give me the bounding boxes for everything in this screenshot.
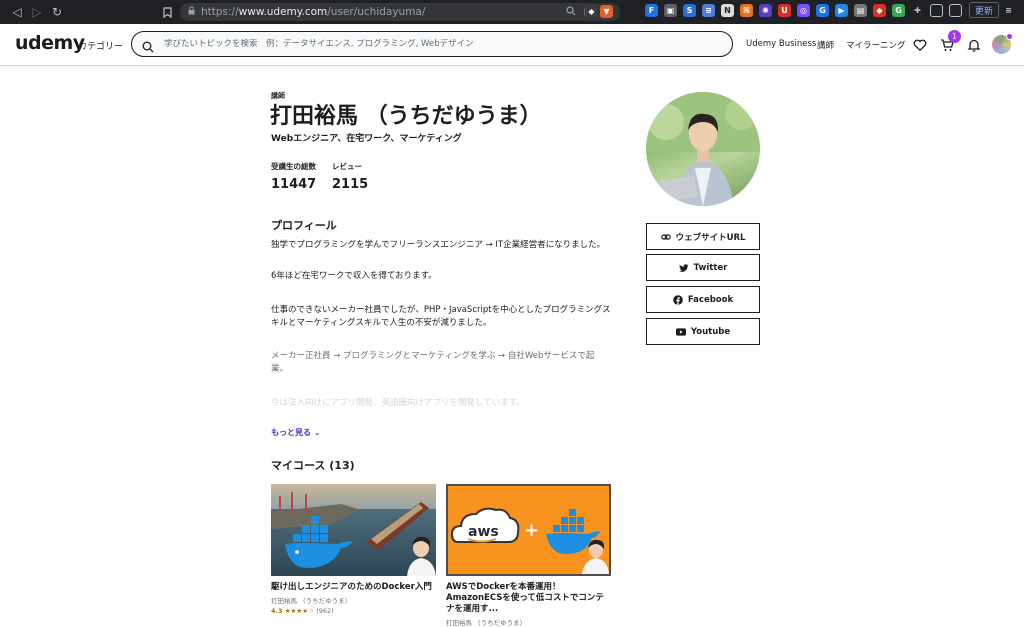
- stat-value: 2115: [332, 177, 369, 192]
- course-thumbnail[interactable]: aws +: [446, 484, 611, 576]
- twitter-icon: [678, 263, 689, 273]
- url-prefix: https://: [201, 6, 239, 18]
- facebook-button[interactable]: Facebook: [646, 286, 760, 313]
- course-card[interactable]: 駆け出しエンジニアのためのDocker入門 打田裕馬 （うちだゆうま） 4.3 …: [271, 484, 436, 615]
- extension-icon[interactable]: F: [644, 3, 658, 17]
- link-label: ウェブサイトURL: [675, 232, 746, 243]
- stat-label: レビュー: [332, 162, 362, 171]
- instructor-link[interactable]: 講師: [817, 39, 834, 51]
- twitter-button[interactable]: Twitter: [646, 254, 760, 281]
- course-author: 打田裕馬 （うちだゆうま）: [446, 619, 527, 627]
- bio-paragraph: メーカー正社員 → プログラミングとマーケティングを学ぶ → 自社Webサービス…: [271, 351, 595, 374]
- youtube-button[interactable]: Youtube: [646, 318, 760, 345]
- back-icon[interactable]: ◁: [8, 3, 26, 21]
- stat-reviews: レビュー 2115: [332, 161, 368, 192]
- extension-icon[interactable]: ⌘: [739, 3, 753, 17]
- website-url-button[interactable]: ウェブサイトURL: [646, 223, 760, 250]
- stat-label: 受講生の総数: [271, 162, 316, 171]
- extension-icon[interactable]: ≡: [701, 3, 715, 17]
- translate-icon[interactable]: G: [815, 3, 829, 17]
- link-label: Youtube: [690, 326, 731, 337]
- course-author: 打田裕馬 （うちだゆうま）: [271, 597, 352, 605]
- extension-icon[interactable]: S: [682, 3, 696, 17]
- course-card[interactable]: aws + AWSでDockerを本番運用！AmazonECSを使って低コストで…: [446, 484, 611, 627]
- extension-icon[interactable]: U: [777, 3, 791, 17]
- extension-icon[interactable]: G: [891, 3, 905, 17]
- rating-count: (962): [316, 607, 334, 615]
- puzzle-icon[interactable]: ✚: [911, 4, 924, 17]
- facebook-icon: [673, 294, 683, 305]
- brave-shield-icon[interactable]: ▼: [600, 5, 613, 18]
- forward-icon[interactable]: ▷: [28, 3, 46, 21]
- search-icon[interactable]: [142, 38, 154, 53]
- about-heading: プロフィール: [271, 219, 337, 232]
- wallet-icon[interactable]: [948, 3, 962, 17]
- logo-text: udemy: [15, 32, 85, 54]
- wishlist-heart-icon[interactable]: [913, 37, 927, 52]
- instructor-photo: [646, 92, 760, 206]
- extension-icon[interactable]: ◆: [872, 3, 886, 17]
- zoom-icon[interactable]: [566, 6, 576, 19]
- bio-paragraph: 独学でプログラミングを学んでフリーランスエンジニア → IT企業経営者になりまし…: [271, 240, 606, 250]
- udemy-logo[interactable]: udemy: [15, 32, 85, 54]
- extension-icon[interactable]: ▶: [834, 3, 848, 17]
- course-thumbnail[interactable]: [271, 484, 436, 576]
- categories-menu[interactable]: カテゴリー: [78, 39, 123, 52]
- stat-students: 受講生の総数 11447: [271, 161, 316, 192]
- instructor-name: 打田裕馬 （うちだゆうま）: [270, 103, 542, 129]
- bookmark-icon[interactable]: [158, 3, 176, 21]
- notifications-bell-icon[interactable]: [967, 37, 981, 52]
- my-learning-link[interactable]: マイラーニング: [846, 39, 906, 51]
- extension-icon[interactable]: ▤: [853, 3, 867, 17]
- bio-paragraph: 仕事のできないメーカー社員でしたが、PHP・JavaScriptを中心としたプロ…: [271, 305, 611, 328]
- menu-icon[interactable]: ≡: [1002, 4, 1015, 17]
- udemy-business-link[interactable]: Udemy Business: [746, 39, 816, 49]
- notion-icon[interactable]: N: [720, 3, 734, 17]
- brave-rewards-icon[interactable]: ◆: [585, 5, 598, 18]
- address-bar[interactable]: https://www.udemy.com/user/uchidayuma/: [180, 3, 620, 21]
- link-label: Twitter: [693, 262, 728, 273]
- search-bar: [131, 31, 733, 57]
- course-title[interactable]: 駆け出しエンジニアのためのDocker入門: [271, 582, 436, 593]
- url-host: www.udemy.com: [238, 6, 328, 18]
- reload-icon[interactable]: ↻: [48, 3, 66, 21]
- rating-value: 4.3 ★★★★☆: [271, 607, 314, 615]
- browser-toolbar: ◁ ▷ ↻ https://www.udemy.com/user/uchiday…: [0, 0, 1024, 24]
- sidebar-icon[interactable]: [929, 3, 943, 17]
- extension-icon[interactable]: ▣: [663, 3, 677, 17]
- link-label: Facebook: [687, 294, 734, 305]
- user-avatar[interactable]: [992, 33, 1013, 54]
- youtube-icon: [675, 327, 686, 337]
- notification-dot: [1006, 33, 1013, 40]
- svg-text:+: +: [524, 520, 539, 541]
- bio-paragraph: 今は法人向けにアプリ開発、英語圏向けアプリを開発しています。: [271, 398, 525, 408]
- course-rating: 4.3 ★★★★☆ (962): [271, 607, 436, 615]
- lock-icon: [188, 6, 195, 18]
- bio-paragraph: 6年ほど在宅ワークで収入を得ております。: [271, 271, 437, 281]
- update-button[interactable]: 更新: [968, 2, 999, 18]
- link-icon: [660, 232, 671, 242]
- extension-icon[interactable]: ✺: [758, 3, 772, 17]
- show-more-link[interactable]: もっと見る ⌄: [271, 427, 321, 438]
- instructor-headline: Webエンジニア、在宅ワーク、マーケティング: [271, 134, 462, 144]
- stat-value: 11447: [271, 177, 317, 192]
- url-path: /user/uchidayuma/: [327, 6, 426, 18]
- extensions-bar: F ▣ S ≡ N ⌘ ✺ U ◎ G ▶ ▤ ◆ G ✚ 更新 ≡: [642, 2, 1018, 18]
- site-header: udemy カテゴリー Udemy Business 講師 マイラーニング 1: [0, 24, 1024, 66]
- course-title[interactable]: AWSでDockerを本番運用！AmazonECSを使って低コストでコンテナを運…: [446, 582, 611, 615]
- extension-icon[interactable]: ◎: [796, 3, 810, 17]
- cart-count-badge: 1: [948, 30, 961, 43]
- aws-logo-text: aws: [468, 524, 499, 540]
- search-input[interactable]: [164, 39, 724, 49]
- my-courses-heading: マイコース (13): [271, 459, 355, 472]
